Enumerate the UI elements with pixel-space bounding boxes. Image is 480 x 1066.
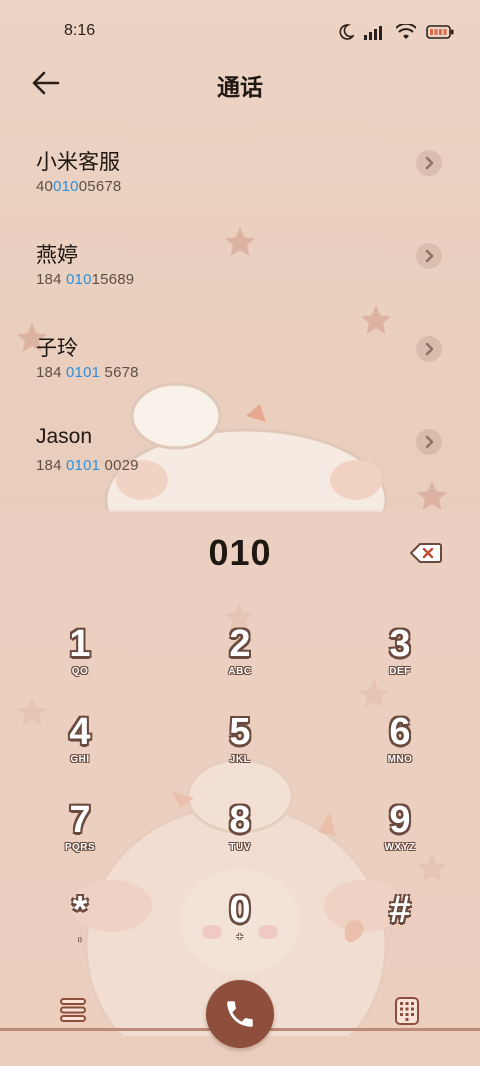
key-9[interactable]: 9 WXYZ [345, 798, 455, 874]
number-match-highlight: 010 [66, 271, 92, 288]
status-bar: 8:16 [0, 0, 480, 62]
phone-icon [227, 1001, 253, 1027]
dialpad-icon [395, 997, 419, 1025]
key-digit: 5 [229, 711, 251, 753]
wifi-icon [396, 24, 416, 39]
contact-name: 燕婷 [36, 244, 78, 267]
key-hash[interactable]: # [345, 888, 455, 964]
key-5[interactable]: 5 JKL [185, 710, 295, 786]
key-3[interactable]: 3 DEF [345, 622, 455, 698]
contact-detail-button[interactable] [416, 150, 442, 176]
contact-name: 小米客服 [36, 151, 120, 174]
key-digit: 3 [389, 623, 411, 665]
key-digit: 8 [229, 799, 251, 841]
key-letters: QO [71, 666, 89, 677]
contact-detail-button[interactable] [416, 243, 442, 269]
menu-button[interactable] [58, 996, 88, 1024]
contact-number: 184 01015689 [36, 271, 135, 288]
key-digit: 4 [69, 711, 91, 753]
contact-row[interactable]: 小米客服 4001005678 [0, 130, 480, 210]
key-digit: 9 [389, 799, 411, 841]
number-match-highlight: 0101 [66, 364, 101, 381]
key-letters: , [78, 932, 82, 943]
key-4[interactable]: 4 GHI [25, 710, 135, 786]
key-7[interactable]: 7 PQRS [25, 798, 135, 874]
key-digit: 0 [229, 889, 251, 931]
contact-row[interactable]: 子玲 184 0101 5678 [0, 316, 480, 396]
key-letters: PQRS [64, 842, 96, 853]
key-1[interactable]: 1 QO [25, 622, 135, 698]
signal-icon [364, 26, 382, 40]
dialpad-toggle-button[interactable] [392, 996, 422, 1026]
key-digit: * [72, 889, 88, 931]
contact-number: 184 0101 0029 [36, 457, 139, 474]
key-star[interactable]: *, [25, 888, 135, 964]
key-8[interactable]: 8 TUV [185, 798, 295, 874]
key-digit: # [389, 889, 411, 931]
status-time: 8:16 [64, 22, 96, 39]
key-letters: WXYZ [384, 842, 416, 853]
key-letters: JKL [229, 754, 251, 765]
do-not-disturb-moon-icon [339, 24, 354, 40]
key-letters: TUV [229, 842, 251, 853]
key-6[interactable]: 6 MNO [345, 710, 455, 786]
key-0[interactable]: 0 + [185, 888, 295, 964]
status-icons [338, 22, 454, 42]
key-digit: 6 [389, 711, 411, 753]
contact-name: 子玲 [36, 337, 78, 360]
key-letters: MNO [387, 754, 413, 765]
number-match-highlight: 0101 [66, 457, 101, 474]
number-match-highlight: 010 [53, 178, 79, 195]
chevron-right-icon [425, 342, 434, 356]
contact-row[interactable]: 燕婷 184 01015689 [0, 223, 480, 303]
contact-detail-button[interactable] [416, 429, 442, 455]
dialed-number: 010 [208, 532, 272, 573]
key-letters: DEF [389, 666, 411, 677]
key-letters: + [236, 932, 244, 943]
key-letters: ABC [228, 666, 252, 677]
backspace-button[interactable] [410, 542, 442, 564]
contact-number: 184 0101 5678 [36, 364, 139, 381]
contact-number: 4001005678 [36, 178, 122, 195]
call-button[interactable] [206, 980, 274, 1048]
contact-detail-button[interactable] [416, 336, 442, 362]
key-letters: GHI [70, 754, 90, 765]
contact-name: Jason [36, 425, 93, 448]
key-digit: 7 [69, 799, 91, 841]
key-digit: 2 [229, 623, 251, 665]
chevron-right-icon [425, 249, 434, 263]
backspace-icon [410, 543, 442, 563]
contact-row[interactable]: Jason 184 0101 0029 [0, 409, 480, 489]
battery-icon [426, 25, 454, 39]
key-digit: 1 [69, 623, 91, 665]
menu-icon [60, 998, 86, 1022]
chevron-right-icon [425, 156, 434, 170]
chevron-right-icon [425, 435, 434, 449]
page-title: 通话 [217, 74, 263, 100]
header: 通话 [0, 62, 480, 106]
key-2[interactable]: 2 ABC [185, 622, 295, 698]
